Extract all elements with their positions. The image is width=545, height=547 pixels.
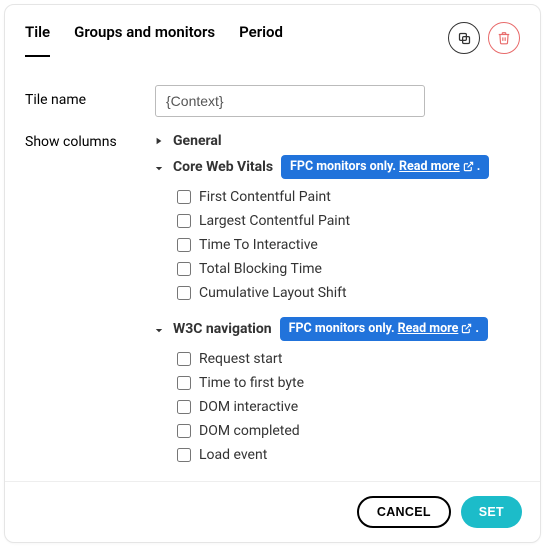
item-label: First Contentful Paint	[199, 189, 331, 205]
label-show-columns: Show columns	[25, 127, 155, 150]
tile-config-panel: Tile Groups and monitors Period Tile nam…	[4, 4, 541, 543]
group-general-header[interactable]: General	[155, 133, 520, 149]
delete-button[interactable]	[488, 22, 520, 54]
item-label: Largest Contentful Paint	[199, 213, 350, 229]
external-link-icon	[463, 161, 474, 172]
item-label: Time to first byte	[199, 375, 304, 391]
copy-button[interactable]	[448, 22, 480, 54]
tab-period[interactable]: Period	[239, 23, 283, 57]
item-label: Request start	[199, 351, 283, 367]
cwv-readmore-link[interactable]: Read more	[399, 159, 460, 174]
w3c-readmore-link[interactable]: Read more	[398, 321, 459, 336]
cwv-badge-text: FPC monitors only.	[290, 159, 396, 174]
item-label: Load event	[199, 447, 267, 463]
item-label: DOM completed	[199, 423, 300, 439]
item-label: Time To Interactive	[199, 237, 318, 253]
group-w3c-title: W3C navigation	[173, 321, 272, 337]
trash-icon	[497, 31, 511, 45]
checkbox-cls[interactable]	[177, 286, 191, 300]
row-show-columns: Show columns General Core Web Vitals FPC…	[25, 127, 520, 467]
list-item[interactable]: Load event	[155, 443, 520, 467]
w3c-badge-text: FPC monitors only.	[289, 321, 395, 336]
checkbox-dom-interactive[interactable]	[177, 400, 191, 414]
chevron-down-icon	[155, 323, 165, 336]
checkbox-fcp[interactable]	[177, 190, 191, 204]
label-tile-name: Tile name	[25, 85, 155, 108]
badge-dot: .	[475, 321, 479, 336]
group-cwv-header[interactable]: Core Web Vitals FPC monitors only. Read …	[155, 155, 520, 179]
checkbox-load-event[interactable]	[177, 448, 191, 462]
cancel-button[interactable]: CANCEL	[357, 496, 451, 528]
tab-tile[interactable]: Tile	[25, 23, 50, 57]
chevron-right-icon	[155, 135, 165, 148]
list-item[interactable]: First Contentful Paint	[155, 185, 520, 209]
list-item[interactable]: DOM interactive	[155, 395, 520, 419]
tab-bar: Tile Groups and monitors Period	[25, 23, 448, 57]
checkbox-ttfb[interactable]	[177, 376, 191, 390]
header-actions	[448, 22, 520, 54]
cwv-badge: FPC monitors only. Read more .	[281, 155, 489, 179]
item-label: DOM interactive	[199, 399, 298, 415]
columns-content: General Core Web Vitals FPC monitors onl…	[155, 127, 520, 467]
row-tile-name: Tile name	[25, 85, 520, 117]
list-item[interactable]: Largest Contentful Paint	[155, 209, 520, 233]
list-item[interactable]: Time To Interactive	[155, 233, 520, 257]
copy-icon	[457, 31, 472, 46]
list-item[interactable]: Request start	[155, 347, 520, 371]
list-item[interactable]: Cumulative Layout Shift	[155, 281, 520, 305]
item-label: Total Blocking Time	[199, 261, 322, 277]
item-label: Cumulative Layout Shift	[199, 285, 347, 301]
list-item[interactable]: Time to first byte	[155, 371, 520, 395]
checkbox-dom-completed[interactable]	[177, 424, 191, 438]
w3c-badge: FPC monitors only. Read more .	[280, 317, 488, 341]
checkbox-request-start[interactable]	[177, 352, 191, 366]
external-link-icon	[461, 323, 472, 334]
tab-groups-monitors[interactable]: Groups and monitors	[74, 23, 215, 57]
list-item[interactable]: Total Blocking Time	[155, 257, 520, 281]
checkbox-tbt[interactable]	[177, 262, 191, 276]
checkbox-tti[interactable]	[177, 238, 191, 252]
panel-header: Tile Groups and monitors Period	[5, 5, 540, 57]
panel-footer: CANCEL SET	[5, 481, 540, 542]
set-button[interactable]: SET	[461, 496, 522, 528]
list-item[interactable]: DOM completed	[155, 419, 520, 443]
badge-dot: .	[477, 159, 481, 174]
group-cwv-title: Core Web Vitals	[173, 159, 273, 175]
tile-name-input[interactable]	[155, 85, 425, 117]
chevron-down-icon	[155, 161, 165, 174]
group-general-title: General	[173, 133, 222, 149]
panel-body: Tile name Show columns General Cor	[5, 57, 540, 481]
checkbox-lcp[interactable]	[177, 214, 191, 228]
group-w3c-header[interactable]: W3C navigation FPC monitors only. Read m…	[155, 317, 520, 341]
